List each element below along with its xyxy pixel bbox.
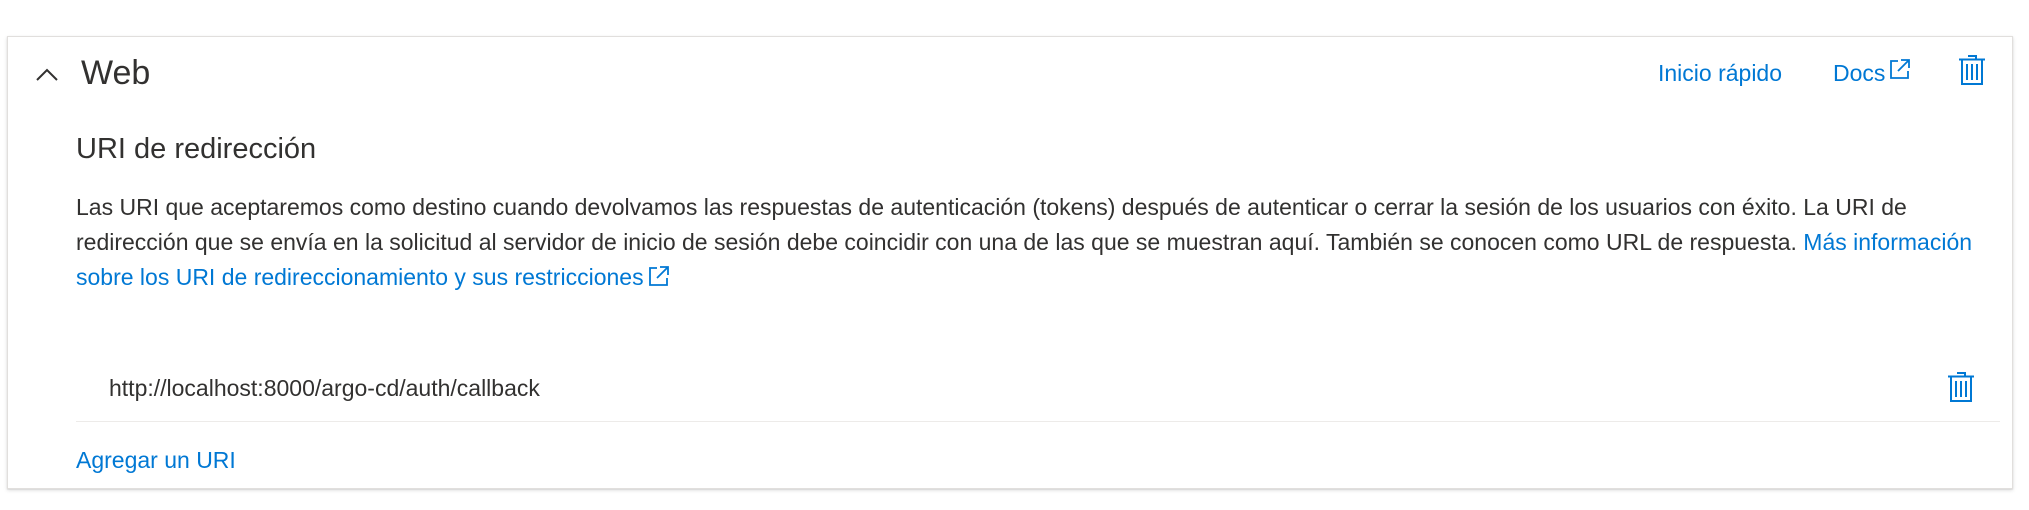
docs-link[interactable]: Docs bbox=[1833, 55, 1912, 91]
external-link-icon bbox=[647, 263, 671, 298]
delete-platform-button[interactable] bbox=[1956, 53, 1988, 91]
chevron-up-icon[interactable] bbox=[30, 61, 64, 89]
add-uri-link[interactable]: Agregar un URI bbox=[76, 443, 236, 477]
redirect-uri-heading: URI de redirección bbox=[76, 133, 317, 165]
web-platform-card: Web Inicio rápido Docs URI de redirecció… bbox=[7, 36, 2013, 489]
delete-uri-button[interactable] bbox=[1945, 370, 1977, 408]
quickstart-label: Inicio rápido bbox=[1658, 60, 1783, 86]
docs-label: Docs bbox=[1833, 60, 1886, 86]
card-header: Web Inicio rápido Docs bbox=[8, 37, 2012, 113]
redirect-uri-row: http://localhost:8000/argo-cd/auth/callb… bbox=[76, 359, 2000, 422]
trash-icon bbox=[1947, 370, 1975, 409]
description-text: Las URI que aceptaremos como destino cua… bbox=[76, 194, 1907, 255]
section-title: Web bbox=[81, 54, 151, 92]
trash-icon bbox=[1958, 53, 1986, 92]
redirect-uri-value[interactable]: http://localhost:8000/argo-cd/auth/callb… bbox=[109, 371, 540, 405]
redirect-uri-description: Las URI que aceptaremos como destino cua… bbox=[76, 190, 2006, 298]
quickstart-link[interactable]: Inicio rápido bbox=[1658, 55, 1782, 91]
external-link-icon bbox=[1888, 55, 1912, 91]
